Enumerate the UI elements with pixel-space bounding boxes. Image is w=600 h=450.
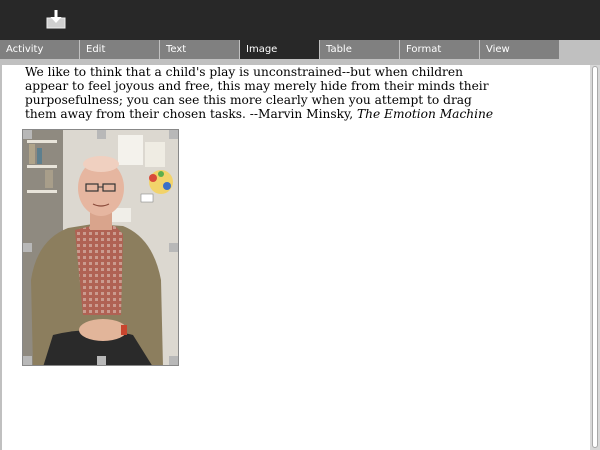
resize-handle-top-right[interactable] xyxy=(169,130,178,139)
resize-handle-mid-right[interactable] xyxy=(169,243,178,252)
tab-format[interactable]: Format xyxy=(400,40,480,59)
inserted-photo[interactable] xyxy=(22,129,179,366)
top-toolbar xyxy=(0,0,600,40)
resize-handle-top-mid[interactable] xyxy=(97,130,106,139)
resize-handle-top-left[interactable] xyxy=(23,130,32,139)
resize-handle-mid-left[interactable] xyxy=(23,243,32,252)
photo-portrait xyxy=(23,130,178,365)
tab-view[interactable]: View xyxy=(480,40,560,59)
tab-image[interactable]: Image xyxy=(240,40,320,59)
tab-edit[interactable]: Edit xyxy=(80,40,160,59)
tab-activity[interactable]: Activity xyxy=(0,40,80,59)
tab-bar: Activity Edit Text Image Table Format Vi… xyxy=(0,40,600,59)
download-icon[interactable] xyxy=(46,9,66,29)
resize-handle-bottom-right[interactable] xyxy=(169,356,178,365)
scrollbar-thumb[interactable] xyxy=(592,66,598,448)
resize-handle-bottom-mid[interactable] xyxy=(97,356,106,365)
resize-handle-bottom-left[interactable] xyxy=(23,356,32,365)
quote-source: The Emotion Machine xyxy=(356,107,494,121)
tab-text[interactable]: Text xyxy=(160,40,240,59)
document-text[interactable]: We like to think that a child's play is … xyxy=(25,65,495,121)
tab-table[interactable]: Table xyxy=(320,40,400,59)
